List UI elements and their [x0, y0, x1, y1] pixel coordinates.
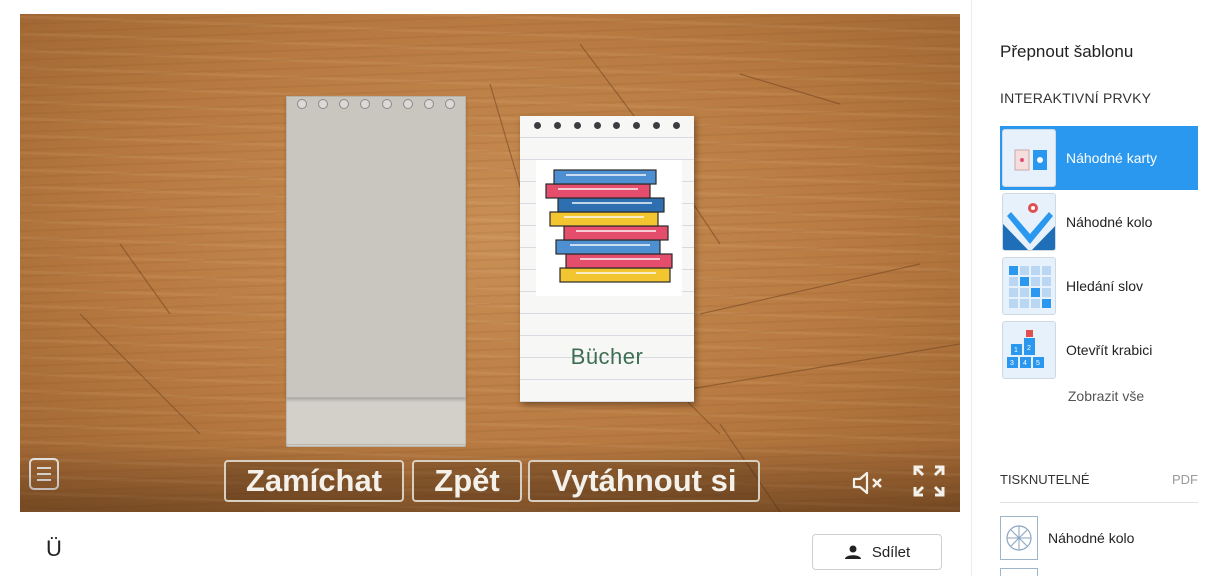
printable-heading: TISKNUTELNÉ — [1000, 472, 1090, 487]
svg-text:2: 2 — [1027, 345, 1031, 352]
menu-icon — [37, 467, 51, 469]
printable-item-next[interactable] — [1000, 568, 1038, 576]
deck-top-card — [286, 96, 466, 398]
svg-text:3: 3 — [1010, 360, 1014, 367]
share-button[interactable]: Sdílet — [812, 534, 942, 570]
game-area: Bücher Zamíchat Zpět Vytáhnout si — [20, 14, 960, 512]
interactive-heading: INTERAKTIVNÍ PRVKY — [1000, 90, 1152, 106]
user-share-icon — [844, 545, 861, 559]
random-cards-icon — [1002, 129, 1056, 187]
wheel-icon — [1002, 193, 1056, 251]
volume-mute-icon — [852, 471, 882, 495]
printable-label: Náhodné kolo — [1048, 530, 1135, 546]
template-label: Náhodné kolo — [1066, 214, 1153, 230]
template-label: Otevřít krabici — [1066, 342, 1153, 358]
show-all-link[interactable]: Zobrazit vše — [1000, 388, 1212, 404]
drawn-card: Bücher — [520, 116, 694, 402]
fullscreen-button[interactable] — [912, 464, 946, 498]
template-item-open-box[interactable]: 1 2 3 4 5 Otevřít krabici — [1000, 318, 1198, 382]
share-label: Sdílet — [871, 543, 911, 561]
printable-item-wheel[interactable]: Náhodné kolo — [1000, 516, 1134, 560]
fullscreen-icon — [913, 465, 945, 497]
template-item-random-cards[interactable]: Náhodné karty — [1000, 126, 1198, 190]
open-box-icon: 1 2 3 4 5 — [1002, 321, 1056, 379]
printable-wheel-icon — [1000, 516, 1038, 560]
card-holes — [534, 122, 680, 129]
wood-scratches — [79, 43, 960, 512]
back-button[interactable]: Zpět — [412, 460, 522, 502]
template-item-wordsearch[interactable]: Hledání slov — [1000, 254, 1198, 318]
card-picture — [536, 160, 682, 296]
card-deck[interactable] — [286, 96, 466, 447]
svg-text:4: 4 — [1023, 360, 1027, 367]
svg-text:1: 1 — [1014, 347, 1018, 354]
activity-title: Ü — [46, 536, 62, 561]
template-label: Náhodné karty — [1066, 150, 1158, 166]
svg-text:5: 5 — [1036, 360, 1040, 367]
menu-button[interactable] — [29, 458, 59, 490]
panel-divider — [971, 0, 972, 576]
shuffle-button[interactable]: Zamíchat — [224, 460, 404, 502]
printable-heading-row: TISKNUTELNÉ PDF — [1000, 472, 1198, 487]
card-word: Bücher — [570, 344, 644, 369]
mute-button[interactable] — [852, 470, 886, 502]
divider — [1000, 502, 1198, 503]
books-icon — [545, 169, 673, 283]
switch-template-title: Přepnout šablonu — [1000, 42, 1134, 61]
pdf-label: PDF — [1172, 472, 1198, 487]
card-holes — [297, 99, 455, 109]
template-item-wheel[interactable]: Náhodné kolo — [1000, 190, 1198, 254]
wordsearch-icon — [1002, 257, 1056, 315]
draw-button[interactable]: Vytáhnout si — [528, 460, 760, 502]
template-label: Hledání slov — [1066, 278, 1144, 294]
